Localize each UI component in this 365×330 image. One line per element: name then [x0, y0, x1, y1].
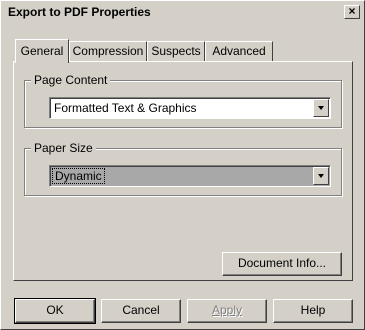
window-title: Export to PDF Properties	[8, 5, 151, 19]
paper-size-value: Dynamic	[52, 168, 105, 184]
paper-size-dropdown[interactable]: Dynamic	[49, 165, 331, 187]
chevron-down-icon	[318, 106, 324, 110]
tab-panel-general: Page Content Formatted Text & Graphics P…	[13, 61, 353, 281]
page-content-dropdown-button[interactable]	[313, 99, 329, 117]
paper-size-dropdown-button[interactable]	[313, 167, 329, 185]
title-bar[interactable]: Export to PDF Properties ×	[2, 2, 363, 22]
page-content-group: Page Content Formatted Text & Graphics	[24, 73, 342, 128]
close-icon: ×	[348, 4, 356, 18]
tab-suspects[interactable]: Suspects	[147, 41, 205, 61]
apply-button[interactable]: Apply	[187, 299, 267, 323]
close-button[interactable]: ×	[344, 5, 360, 19]
page-content-legend: Page Content	[31, 73, 111, 87]
page-content-value: Formatted Text & Graphics	[54, 101, 197, 115]
tab-compression[interactable]: Compression	[69, 41, 147, 61]
ok-button[interactable]: OK	[14, 298, 96, 324]
paper-size-group: Paper Size Dynamic	[24, 141, 342, 196]
dialog-window: Export to PDF Properties × General Compr…	[0, 0, 365, 330]
tab-advanced[interactable]: Advanced	[205, 41, 273, 61]
document-info-button[interactable]: Document Info...	[222, 252, 342, 276]
chevron-down-icon	[318, 174, 324, 178]
paper-size-legend: Paper Size	[31, 141, 96, 155]
help-button[interactable]: Help	[273, 299, 353, 323]
tab-general[interactable]: General	[15, 39, 69, 63]
page-content-dropdown[interactable]: Formatted Text & Graphics	[49, 97, 331, 119]
cancel-button[interactable]: Cancel	[101, 299, 181, 323]
